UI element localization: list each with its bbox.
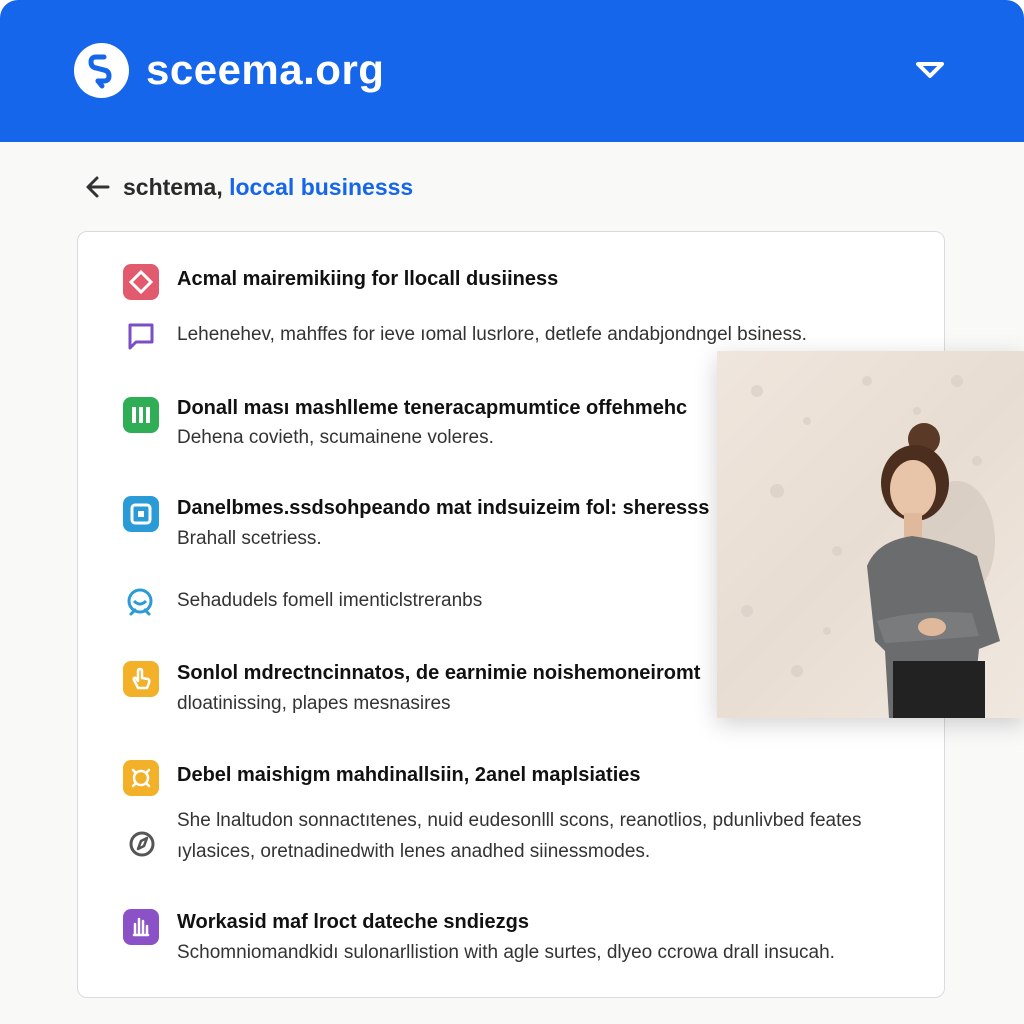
sparkle-icon xyxy=(123,760,159,796)
breadcrumb: schtema, loccal businesss xyxy=(123,174,413,201)
item-title: Acmal mairemikiing for llocall dusiiness xyxy=(177,268,559,290)
item-title: Workasid maf lroct dateche sndiezgs xyxy=(177,911,529,933)
diamond-icon xyxy=(123,264,159,300)
breadcrumb-current: loccal businesss xyxy=(229,174,414,200)
item-title: Danelbmes.ssdsohpeando mat indsuizeim fo… xyxy=(177,497,710,519)
chevron-down-icon[interactable] xyxy=(912,56,948,84)
item-body: Sehadudels fomell imenticlstreranbs xyxy=(177,590,483,611)
schema-logo-icon[interactable] xyxy=(74,43,129,98)
breadcrumb-root[interactable]: schtema, xyxy=(123,174,223,200)
item-title: Sonlol mdrectncinnatos, de earnimie nois… xyxy=(177,662,701,684)
site-name[interactable]: sceema.org xyxy=(146,46,384,94)
item-title: Donall ması mashlleme teneracapmumtice o… xyxy=(177,397,688,419)
item-body: Lehenehev, mahffes for ieve ıomal lusrlo… xyxy=(177,324,807,345)
item-body: She lnaltudon sonnactıtenes, nuid eudeso… xyxy=(177,810,862,831)
arrow-left-icon[interactable] xyxy=(84,174,112,200)
item-title: Debel maishigm mahdinallsiin, 2anel mapl… xyxy=(177,764,641,786)
item-body: dloatinissing, plapes mesnasires xyxy=(177,693,451,714)
support-agent-icon xyxy=(127,588,153,616)
item-body: ıylasices, oretnadinedwith lenes anadhed… xyxy=(177,841,651,862)
person-photo xyxy=(717,351,1024,718)
pointer-hand-icon xyxy=(123,661,159,697)
hand-icon xyxy=(123,909,159,945)
item-body: Schomniomandkidı sulonarllistion with ag… xyxy=(177,942,835,963)
site-header: sceema.org xyxy=(0,0,1024,142)
square-frame-icon xyxy=(123,496,159,532)
item-body: Dehena covieth, scumainene voleres. xyxy=(177,427,494,448)
person-illustration xyxy=(741,375,1000,718)
compass-icon xyxy=(129,831,155,857)
item-body: Brahall scetriess. xyxy=(177,528,322,549)
columns-icon xyxy=(123,397,159,433)
chat-bubble-icon xyxy=(128,323,154,350)
